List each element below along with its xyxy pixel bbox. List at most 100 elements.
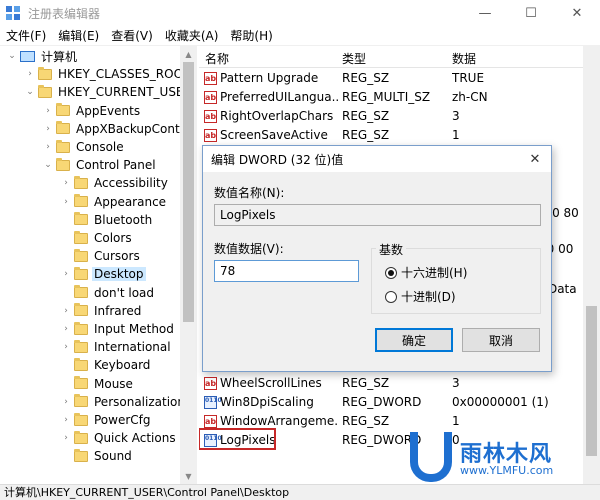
folder-icon bbox=[38, 84, 52, 98]
menu-file[interactable]: 文件(F) bbox=[0, 27, 52, 44]
tree-item[interactable]: Cursors bbox=[60, 247, 142, 265]
chevron-right-icon[interactable]: › bbox=[60, 178, 72, 188]
tree-item-label: Bluetooth bbox=[94, 212, 153, 227]
chevron-right-icon[interactable]: › bbox=[60, 306, 72, 316]
chevron-right-icon[interactable]: › bbox=[24, 69, 36, 79]
list-scrollbar[interactable] bbox=[583, 46, 600, 484]
computer-icon bbox=[20, 50, 35, 62]
chevron-right-icon[interactable]: › bbox=[60, 324, 72, 334]
tree-item[interactable]: › Infrared bbox=[60, 302, 143, 320]
value-row[interactable]: ab WheelScrollLines REG_SZ 3 bbox=[199, 374, 583, 393]
tree-item[interactable]: › AppEvents bbox=[42, 102, 142, 120]
value-row[interactable]: ab ScreenSaveActive REG_SZ 1 bbox=[199, 126, 583, 145]
folder-icon bbox=[56, 139, 70, 153]
tree-item[interactable]: Colors bbox=[60, 229, 134, 247]
menu-view[interactable]: 查看(V) bbox=[105, 27, 159, 44]
minimize-button[interactable]: — bbox=[462, 0, 508, 26]
chevron-right-icon[interactable]: › bbox=[42, 142, 54, 152]
tree-item-label: HKEY_CLASSES_ROOT bbox=[58, 67, 191, 82]
tree-item[interactable]: Sound bbox=[60, 447, 134, 465]
tree-item[interactable]: ⌄ 计算机 bbox=[6, 47, 79, 65]
tree-item-label: Appearance bbox=[94, 194, 167, 209]
chevron-down-icon[interactable]: ⌄ bbox=[24, 87, 36, 97]
tree-item[interactable]: ⌄ HKEY_CURRENT_USER bbox=[24, 83, 194, 101]
chevron-right-icon[interactable]: › bbox=[60, 433, 72, 443]
radio-decimal[interactable]: 十进制(D) bbox=[385, 288, 456, 305]
site-watermark: 雨林木风 www.YLMFU.com bbox=[410, 432, 600, 484]
chevron-down-icon[interactable]: ⌄ bbox=[6, 51, 18, 61]
radio-selected-icon[interactable] bbox=[385, 266, 397, 279]
value-row[interactable]: 0110 Win8DpiScaling REG_DWORD 0x00000001 (1… bbox=[199, 393, 583, 412]
chevron-right-icon[interactable]: › bbox=[60, 342, 72, 352]
folder-icon bbox=[38, 66, 52, 80]
tree-item-label: don't load bbox=[94, 285, 155, 300]
tree-item-label: Cursors bbox=[94, 249, 140, 264]
tree-item[interactable]: › Personalization bbox=[60, 393, 187, 411]
chevron-right-icon[interactable]: › bbox=[60, 415, 72, 425]
value-type: REG_DWORD bbox=[342, 395, 422, 409]
menu-favorites[interactable]: 收藏夹(A) bbox=[159, 27, 225, 44]
tree-item[interactable]: › AppXBackupConter bbox=[42, 120, 194, 138]
tree-item-label: Personalization bbox=[94, 394, 185, 409]
column-name[interactable]: 名称 bbox=[205, 50, 229, 67]
radio-hexadecimal[interactable]: 十六进制(H) bbox=[385, 264, 467, 281]
column-type[interactable]: 类型 bbox=[342, 50, 366, 67]
tree-item[interactable]: › Console bbox=[42, 138, 126, 156]
reg-string-icon: ab bbox=[204, 415, 217, 428]
tree-item-label: Sound bbox=[94, 449, 132, 464]
radio-unselected-icon[interactable] bbox=[385, 290, 397, 303]
tree-item[interactable]: › PowerCfg bbox=[60, 411, 153, 429]
folder-icon bbox=[74, 230, 88, 244]
value-type: REG_SZ bbox=[342, 128, 390, 142]
value-row[interactable]: ab PreferredUILangua... REG_MULTI_SZ zh-CN bbox=[199, 88, 583, 107]
tree-scroll-thumb[interactable] bbox=[183, 62, 194, 322]
tree-item-label: Input Method bbox=[94, 322, 174, 336]
base-group-title: 基数 bbox=[376, 241, 407, 258]
reg-string-icon: ab bbox=[204, 72, 217, 85]
tree-item[interactable]: › Accessibility bbox=[60, 174, 170, 192]
menu-help[interactable]: 帮助(H) bbox=[224, 27, 278, 44]
chevron-down-icon[interactable]: ⌄ bbox=[42, 160, 54, 170]
tree-item[interactable]: › Desktop bbox=[60, 265, 146, 283]
chevron-right-icon[interactable]: › bbox=[42, 124, 54, 134]
tree-item-label: AppXBackupConter bbox=[76, 121, 192, 136]
tree-item-label: PowerCfg bbox=[94, 413, 151, 427]
tree-item[interactable]: › HKEY_CLASSES_ROOT bbox=[24, 65, 192, 83]
value-name: Win8DpiScaling bbox=[220, 395, 314, 409]
scroll-down-icon[interactable]: ▼ bbox=[180, 468, 197, 484]
tree-item[interactable]: don't load bbox=[60, 284, 156, 302]
tree-scrollbar[interactable]: ▲ ▼ bbox=[180, 46, 197, 484]
tree-item[interactable]: Bluetooth bbox=[60, 211, 154, 229]
tree-item[interactable]: Mouse bbox=[60, 375, 135, 393]
column-data[interactable]: 数据 bbox=[452, 50, 476, 67]
value-row[interactable]: ab Pattern Upgrade REG_SZ TRUE bbox=[199, 69, 583, 88]
chevron-right-icon[interactable]: › bbox=[60, 197, 72, 207]
chevron-right-icon[interactable]: › bbox=[42, 106, 54, 116]
tree-item[interactable]: › International bbox=[60, 338, 173, 356]
menu-edit[interactable]: 编辑(E) bbox=[52, 27, 105, 44]
tree-item[interactable]: › Quick Actions bbox=[60, 429, 178, 447]
ok-button[interactable]: 确定 bbox=[375, 328, 453, 352]
chevron-right-icon[interactable]: › bbox=[60, 269, 72, 279]
status-bar: 计算机\HKEY_CURRENT_USER\Control Panel\Desk… bbox=[0, 484, 600, 500]
scroll-up-icon[interactable]: ▲ bbox=[180, 46, 197, 62]
menu-bar: 文件(F) 编辑(E) 查看(V) 收藏夹(A) 帮助(H) bbox=[0, 26, 600, 46]
tree-item[interactable]: ⌄ Control Panel bbox=[42, 156, 158, 174]
folder-icon bbox=[56, 157, 70, 171]
chevron-right-icon[interactable]: › bbox=[60, 397, 72, 407]
tree-item[interactable]: › Appearance bbox=[60, 193, 168, 211]
maximize-button[interactable]: ☐ bbox=[508, 0, 554, 26]
dialog-title: 编辑 DWORD (32 位)值 bbox=[211, 152, 344, 167]
value-type: REG_MULTI_SZ bbox=[342, 90, 431, 104]
tree-item[interactable]: Keyboard bbox=[60, 356, 152, 374]
cancel-button[interactable]: 取消 bbox=[462, 328, 540, 352]
dialog-close-button[interactable]: ✕ bbox=[525, 149, 545, 169]
tree-item-label: Console bbox=[76, 140, 124, 154]
value-row[interactable]: ab RightOverlapChars REG_SZ 3 bbox=[199, 107, 583, 126]
window-title: 注册表编辑器 bbox=[28, 6, 101, 21]
tree-item-label: Keyboard bbox=[94, 358, 151, 373]
tree-item[interactable]: › Input Method bbox=[60, 320, 176, 338]
value-name: ScreenSaveActive bbox=[220, 128, 328, 142]
close-window-button[interactable]: ✕ bbox=[554, 0, 600, 26]
value-data-input[interactable]: 78 bbox=[214, 260, 359, 282]
